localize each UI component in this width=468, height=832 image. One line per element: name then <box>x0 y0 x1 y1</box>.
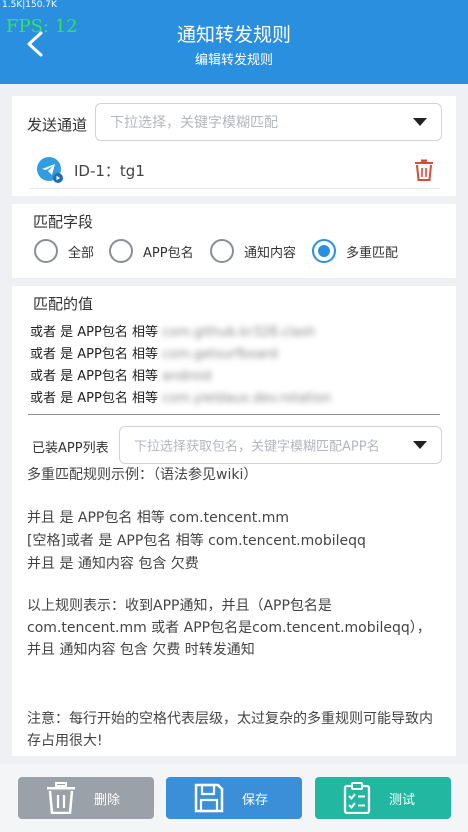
delete-button-label: 删除 <box>94 792 121 808</box>
installed-apps-placeholder: 下拉选择获取包名，关键字模糊匹配APP名 <box>134 439 380 455</box>
match-value-line: 或者 是 APP包名 相等 com.github.kr328.clash <box>30 325 316 340</box>
telegram-icon <box>37 157 63 183</box>
sender-item: ID-1：tg1 <box>30 150 440 189</box>
radio-circle <box>109 239 133 263</box>
example-rule-3: 并且 是 通知内容 包含 欠费 <box>27 556 199 572</box>
sender-item-label: ID-1：tg1 <box>74 162 145 180</box>
radio-app-package[interactable]: APP包名 <box>109 236 194 266</box>
save-button[interactable]: 保存 <box>166 777 302 819</box>
radio-all[interactable]: 全部 <box>34 236 94 266</box>
save-button-label: 保存 <box>242 792 269 808</box>
radio-multi-match[interactable]: 多重匹配 <box>312 236 398 266</box>
test-button[interactable]: 测试 <box>315 777 451 819</box>
floppy-disk-icon <box>194 783 224 813</box>
clipboard-check-icon <box>343 782 371 814</box>
radio-notification-content-label: 通知内容 <box>244 245 297 261</box>
caret-down-icon <box>413 441 427 449</box>
radio-all-label: 全部 <box>68 245 95 261</box>
example-heading: 多重匹配规则示例：（语法参见wiki） <box>27 467 258 483</box>
example-note: 注意：每行开始的空格代表层级，太过复杂的多重规则可能导致内存占用很大! <box>27 711 433 749</box>
match-value-line: 或者 是 APP包名 相等 android <box>30 369 212 384</box>
sender-select-placeholder: 下拉选择，关键字模糊匹配 <box>110 115 278 131</box>
test-button-label: 测试 <box>389 792 416 808</box>
match-value-line: 或者 是 APP包名 相等 com.getsurfboard <box>30 347 278 362</box>
example-rule-2: [空格]或者 是 APP包名 相等 com.tencent.mobileqq <box>27 533 366 549</box>
net-speed: 1.5K|150.7K <box>2 0 57 10</box>
page-title: 通知转发规则 <box>176 24 291 46</box>
radio-app-package-label: APP包名 <box>143 245 194 261</box>
example-rule-1: 并且 是 APP包名 相等 com.tencent.mm <box>27 510 289 526</box>
radio-multi-match-label: 多重匹配 <box>346 245 399 261</box>
installed-apps-label: 已装APP列表 <box>32 441 109 456</box>
match-value-line: 或者 是 APP包名 相等 com.yieldaux.dev.rotation <box>30 391 332 406</box>
sender-select[interactable]: 下拉选择，关键字模糊匹配 <box>95 103 442 141</box>
match-field-label: 匹配字段 <box>33 213 94 231</box>
installed-apps-select[interactable]: 下拉选择获取包名，关键字模糊匹配APP名 <box>119 426 442 464</box>
radio-circle-selected <box>312 239 336 263</box>
app-header: 1.5K|150.7K FPS: 12 通知转发规则 编辑转发规则 <box>0 0 468 84</box>
radio-circle <box>210 239 234 263</box>
caret-down-icon <box>413 118 427 126</box>
sender-label: 发送通道 <box>27 116 88 134</box>
page-subtitle: 编辑转发规则 <box>194 53 273 68</box>
radio-notification-content[interactable]: 通知内容 <box>210 236 296 266</box>
match-value-textarea[interactable]: 或者 是 APP包名 相等 com.github.kr328.clash 或者 … <box>28 318 440 415</box>
match-value-label: 匹配的值 <box>33 295 94 313</box>
radio-circle <box>34 239 58 263</box>
delete-button[interactable]: 删除 <box>18 777 154 819</box>
example-explanation: 以上规则表示：收到APP通知，并且（APP包名是com.tencent.mm 或… <box>27 598 431 658</box>
trash-icon <box>47 782 75 814</box>
trash-icon[interactable] <box>414 159 434 181</box>
